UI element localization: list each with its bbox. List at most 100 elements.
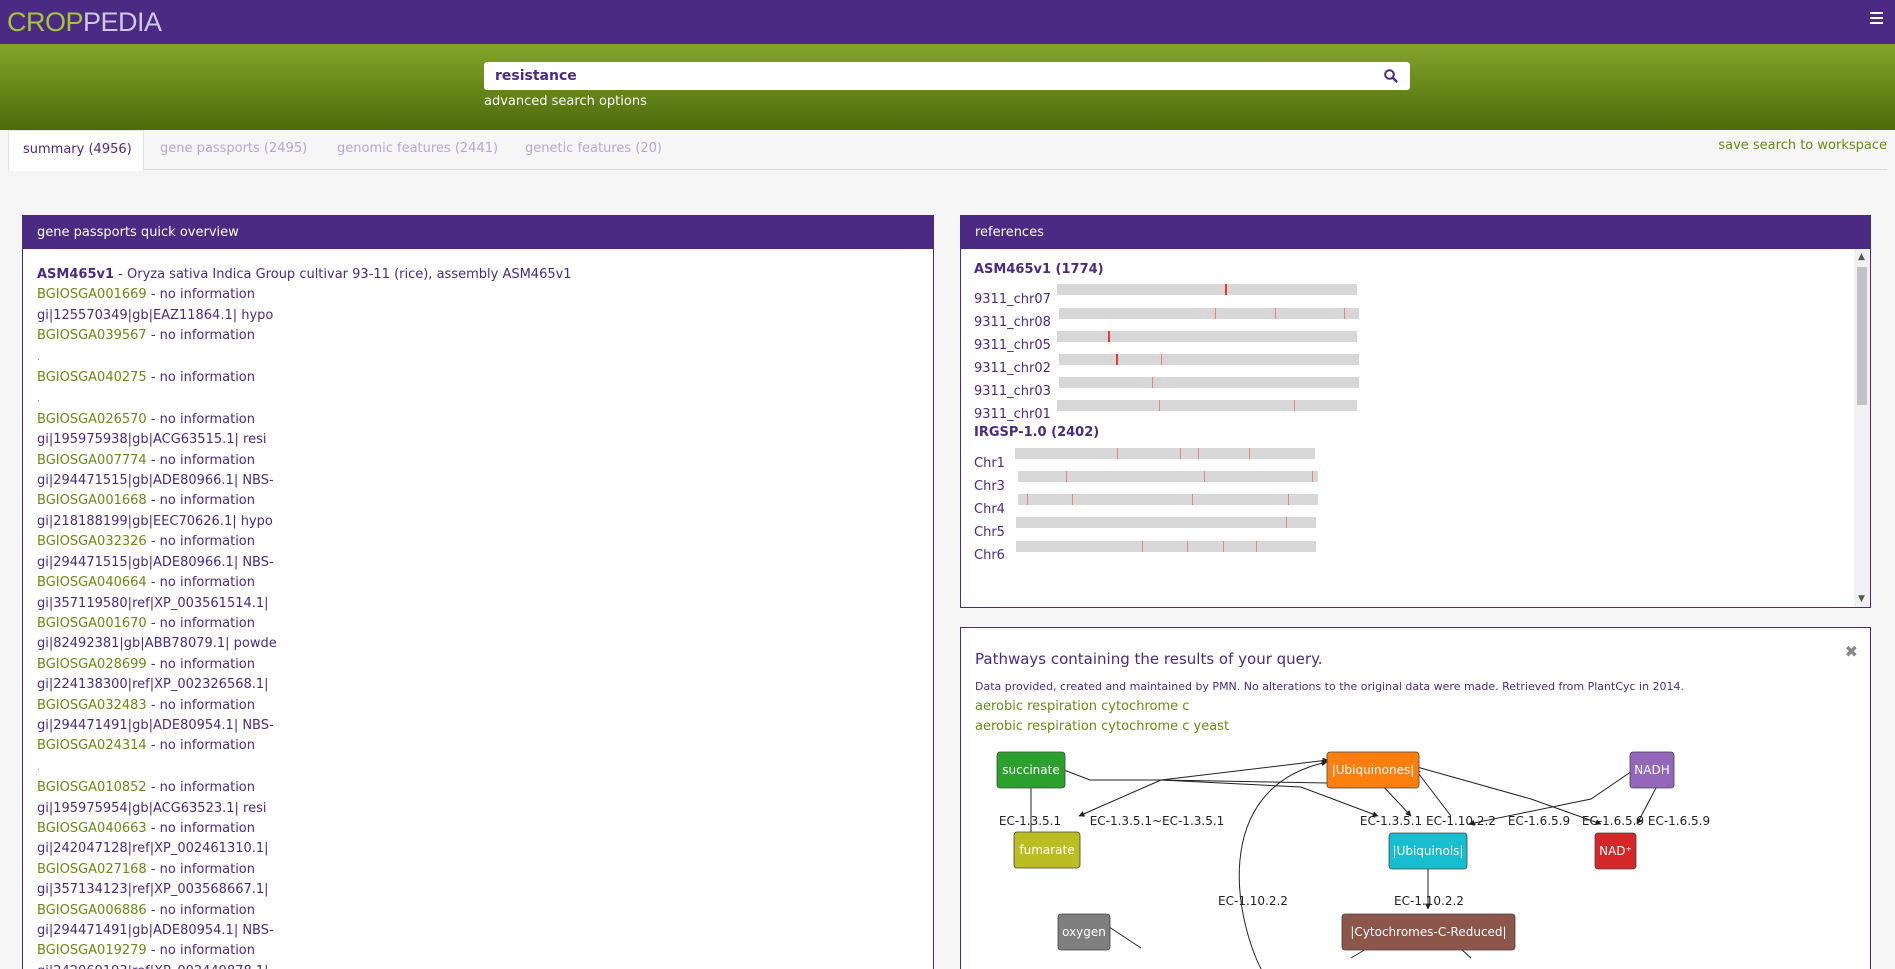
chromosome-bar[interactable] <box>1016 517 1316 528</box>
gene-id-link[interactable]: BGIOSGA019279 <box>37 943 147 958</box>
ec-number-label[interactable]: EC-1.3.5.1 <box>1360 814 1422 828</box>
chromosome-bar[interactable] <box>1057 331 1357 342</box>
pathway-node-fumarate[interactable]: fumarate <box>1013 831 1081 869</box>
search-input[interactable] <box>484 62 1364 90</box>
pathway-node-nad[interactable]: NAD⁺ <box>1594 832 1637 870</box>
tab-genomic-features[interactable]: genomic features (2441) <box>337 130 498 170</box>
ec-number-label[interactable]: EC-1.6.5.9 <box>1508 814 1570 828</box>
hit-marker[interactable] <box>1142 541 1143 552</box>
ec-number-label[interactable]: EC-1.6.5.9 <box>1648 814 1710 828</box>
pathway-node-succinate[interactable]: succinate <box>996 751 1066 789</box>
advanced-search-link[interactable]: advanced search options <box>484 94 647 109</box>
hit-marker[interactable] <box>1204 471 1205 482</box>
hit-marker[interactable] <box>1344 308 1345 319</box>
chromosome-label[interactable]: 9311_chr07 <box>974 292 1051 307</box>
gi-accession-link[interactable]: gi|357134123|ref|XP_003568667.1| <box>37 882 269 897</box>
gi-accession-link[interactable]: gi|125570349|gb|EAZ11864.1| hypo <box>37 308 273 323</box>
gene-id-link[interactable]: BGIOSGA028699 <box>37 657 147 672</box>
hit-marker[interactable] <box>1117 448 1118 459</box>
chromosome-bar[interactable] <box>1018 494 1318 505</box>
chromosome-bar[interactable] <box>1059 354 1359 365</box>
hit-marker[interactable] <box>1108 331 1110 342</box>
gene-id-link[interactable]: BGIOSGA040663 <box>37 821 147 836</box>
chromosome-label[interactable]: 9311_chr03 <box>974 384 1051 399</box>
pathway-node-ubiquinones[interactable]: |Ubiquinones| <box>1326 751 1420 789</box>
gene-id-link[interactable]: BGIOSGA006886 <box>37 903 147 918</box>
chromosome-bar[interactable] <box>1018 471 1318 482</box>
ec-number-label[interactable]: EC-1.3.5.1~EC-1.3.5.1 <box>1090 814 1225 828</box>
pathway-node-nadh[interactable]: NADH <box>1629 751 1675 789</box>
hit-marker[interactable] <box>1225 284 1227 295</box>
hit-marker[interactable] <box>1223 541 1224 552</box>
gene-id-link[interactable]: BGIOSGA010852 <box>37 780 147 795</box>
gi-accession-link[interactable]: gi|224138300|ref|XP_002326568.1| <box>37 677 269 692</box>
gi-accession-link[interactable]: gi|218188199|gb|EEC70626.1| hypo <box>37 514 273 529</box>
chromosome-bar[interactable] <box>1059 377 1359 388</box>
chromosome-bar[interactable] <box>1016 541 1316 552</box>
hit-marker[interactable] <box>1066 471 1067 482</box>
references-scrollbar[interactable]: ▲ ▼ <box>1854 249 1870 607</box>
close-icon[interactable]: ✖ <box>1845 642 1858 661</box>
pathway-node-oxygen[interactable]: oxygen <box>1057 913 1111 951</box>
reference-assembly-heading[interactable]: ASM465v1 (1774) <box>974 262 1104 277</box>
chromosome-bar[interactable] <box>1015 448 1315 459</box>
chromosome-label[interactable]: Chr6 <box>974 548 1005 563</box>
tab-genetic-features[interactable]: genetic features (20) <box>525 130 662 170</box>
gene-id-link[interactable]: BGIOSGA039567 <box>37 328 147 343</box>
hit-marker[interactable] <box>1249 448 1250 459</box>
gi-accession-link[interactable]: gi|294471515|gb|ADE80966.1| NBS- <box>37 555 274 570</box>
scroll-thumb[interactable] <box>1857 267 1867 405</box>
ec-number-label[interactable]: EC-1.10.2.2 <box>1394 894 1464 908</box>
hit-marker[interactable] <box>1152 377 1153 388</box>
pathway-node-cytochromes[interactable]: |Cytochromes-C-Reduced| <box>1341 913 1516 951</box>
hit-marker[interactable] <box>1180 448 1181 459</box>
scroll-up-arrow-icon[interactable]: ▲ <box>1858 253 1866 262</box>
hit-marker[interactable] <box>1198 448 1199 459</box>
ec-number-label[interactable]: EC-1.3.5.1 <box>999 814 1061 828</box>
gi-accession-link[interactable]: gi|294471491|gb|ADE80954.1| NBS- <box>37 718 274 733</box>
ec-number-label[interactable]: EC-1.10.2.2 <box>1218 894 1288 908</box>
pathway-node-ubiquinols[interactable]: |Ubiquinols| <box>1388 832 1468 870</box>
gene-id-link[interactable]: BGIOSGA040275 <box>37 370 147 385</box>
chromosome-bar[interactable] <box>1059 308 1359 319</box>
chromosome-label[interactable]: Chr3 <box>974 479 1005 494</box>
gene-id-link[interactable]: BGIOSGA026570 <box>37 412 147 427</box>
croppedia-logo[interactable]: CROPPEDIA <box>7 8 162 36</box>
hit-marker[interactable] <box>1161 354 1162 365</box>
tab-summary[interactable]: summary (4956) <box>8 130 144 171</box>
ec-number-label[interactable]: EC-1.10.2.2 <box>1426 814 1496 828</box>
pathway-link[interactable]: aerobic respiration cytochrome c <box>975 699 1189 714</box>
gi-accession-link[interactable]: gi|195975954|gb|ACG63523.1| resi <box>37 801 266 816</box>
chromosome-bar[interactable] <box>1057 284 1357 295</box>
chromosome-label[interactable]: 9311_chr02 <box>974 361 1051 376</box>
hit-marker[interactable] <box>1275 308 1276 319</box>
gene-id-link[interactable]: BGIOSGA001670 <box>37 616 147 631</box>
gene-id-link[interactable]: BGIOSGA027168 <box>37 862 147 877</box>
gi-accession-link[interactable]: gi|242069193|ref|XP_002449878.1| <box>37 964 269 969</box>
tab-gene-passports[interactable]: gene passports (2495) <box>160 130 307 170</box>
gene-id-link[interactable]: BGIOSGA040664 <box>37 575 147 590</box>
gene-id-link[interactable]: BGIOSGA007774 <box>37 453 147 468</box>
save-search-link[interactable]: save search to workspace <box>1718 138 1887 153</box>
chromosome-label[interactable]: 9311_chr01 <box>974 407 1051 422</box>
gene-id-link[interactable]: BGIOSGA001669 <box>37 287 147 302</box>
chromosome-label[interactable]: 9311_chr05 <box>974 338 1051 353</box>
hamburger-icon[interactable] <box>1870 12 1883 26</box>
hit-marker[interactable] <box>1286 517 1287 528</box>
scroll-down-arrow-icon[interactable]: ▼ <box>1858 595 1866 604</box>
hit-marker[interactable] <box>1256 541 1257 552</box>
chromosome-label[interactable]: Chr1 <box>974 456 1005 471</box>
pathway-link[interactable]: aerobic respiration cytochrome c yeast <box>975 719 1229 734</box>
hit-marker[interactable] <box>1192 494 1193 505</box>
gi-accession-link[interactable]: gi|294471491|gb|ADE80954.1| NBS- <box>37 923 274 938</box>
hit-marker[interactable] <box>1215 308 1216 319</box>
gi-accession-link[interactable]: gi|357119580|ref|XP_003561514.1| <box>37 596 269 611</box>
gi-accession-link[interactable]: gi|242047128|ref|XP_002461310.1| <box>37 841 269 856</box>
gi-accession-link[interactable]: gi|195975938|gb|ACG63515.1| resi <box>37 432 266 447</box>
chromosome-label[interactable]: 9311_chr08 <box>974 315 1051 330</box>
gene-id-link[interactable]: BGIOSGA032326 <box>37 534 147 549</box>
hit-marker[interactable] <box>1116 354 1118 365</box>
chromosome-label[interactable]: Chr4 <box>974 502 1005 517</box>
hit-marker[interactable] <box>1294 400 1295 411</box>
hit-marker[interactable] <box>1312 471 1313 482</box>
